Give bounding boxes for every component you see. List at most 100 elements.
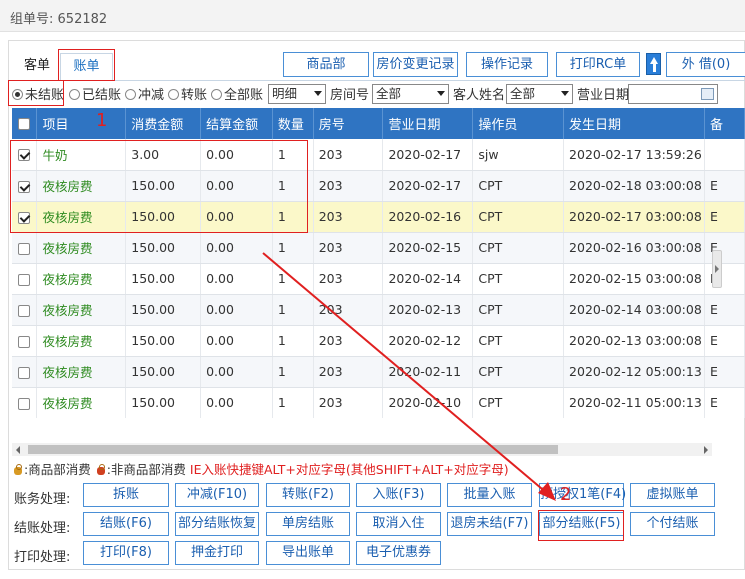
virtual-bill-button[interactable]: 虚拟账单: [630, 483, 715, 507]
row-checkbox[interactable]: [18, 211, 30, 224]
col-bizdate[interactable]: 营业日期: [382, 108, 474, 139]
table-row[interactable]: 夜核房费 150.00 0.00 1 203 2020-02-15 CPT 2020-02-1…: [12, 232, 745, 264]
col-occurred[interactable]: 发生日期: [563, 108, 706, 139]
cell-item: 夜核房费: [36, 356, 127, 388]
select-all-checkbox[interactable]: [18, 117, 30, 130]
deposit-print-button[interactable]: 押金打印: [175, 541, 259, 565]
print-button[interactable]: 打印(F8): [83, 541, 169, 565]
checkbox[interactable]: [12, 356, 38, 388]
cell-qty: 1: [272, 263, 314, 295]
col-room[interactable]: 房号: [313, 108, 384, 139]
scroll-left-icon[interactable]: [16, 446, 20, 454]
checkbox[interactable]: [12, 325, 38, 357]
cell-bizdate: 2020-02-16: [382, 201, 474, 233]
table-row[interactable]: 夜核房费 150.00 0.00 1 203 2020-02-17 CPT 2020-02-1…: [12, 170, 745, 202]
offset-button[interactable]: 冲减(F10): [175, 483, 259, 507]
checkbox[interactable]: [12, 263, 38, 295]
row-checkbox[interactable]: [18, 149, 30, 162]
cell-settle: 0.00: [200, 356, 273, 388]
cell-remark: [704, 139, 745, 171]
table-row[interactable]: 夜核房费 150.00 0.00 1 203 2020-02-16 CPT 2020-02-1…: [12, 201, 745, 233]
row-checkbox[interactable]: [18, 366, 30, 379]
e-coupon-button[interactable]: 电子优惠券: [356, 541, 441, 565]
detail-select[interactable]: 明细: [268, 84, 326, 104]
price-change-log-button[interactable]: 房价变更记录: [373, 52, 458, 77]
radio-transfer[interactable]: 转账: [168, 84, 207, 103]
col-remark[interactable]: 备: [704, 108, 745, 139]
table-row[interactable]: 牛奶 3.00 0.00 1 203 2020-02-17 sjw 2020-02-17 13…: [12, 139, 745, 171]
col-settle[interactable]: 结算金额: [200, 108, 273, 139]
row-checkbox[interactable]: [18, 335, 30, 348]
row-checkbox[interactable]: [18, 304, 30, 317]
col-amount[interactable]: 消费金额: [125, 108, 202, 139]
side-collapse-handle[interactable]: [712, 250, 722, 288]
checkbox[interactable]: [12, 201, 38, 233]
checkout-unsettled-button[interactable]: 退房未结(F7): [447, 512, 532, 536]
table-row[interactable]: 夜核房费 150.00 0.00 1 203 2020-02-10 CPT 2020-02-1…: [12, 387, 745, 418]
cell-room: 203: [313, 263, 384, 295]
external-loan-button[interactable]: 外 借(0): [666, 52, 745, 77]
preauth-button[interactable]: 预授权1笔(F4): [539, 483, 626, 507]
cell-room: 203: [313, 201, 384, 233]
export-bill-button[interactable]: 导出账单: [266, 541, 350, 565]
single-room-checkout-button[interactable]: 单房结账: [266, 512, 350, 536]
col-item[interactable]: 项目: [36, 108, 127, 139]
print-rc-button[interactable]: 打印RC单: [556, 52, 640, 77]
table-row[interactable]: 夜核房费 150.00 0.00 1 203 2020-02-14 CPT 2020-02-1…: [12, 263, 745, 295]
split-bill-button[interactable]: 拆账: [83, 483, 169, 507]
cell-operator: CPT: [472, 387, 565, 418]
arrow-up-icon[interactable]: [646, 53, 661, 75]
operation-log-button[interactable]: 操作记录: [466, 52, 548, 77]
checkbox[interactable]: [12, 139, 38, 171]
individual-checkout-button[interactable]: 个付结账: [630, 512, 715, 536]
cell-qty: 1: [272, 139, 314, 171]
scroll-right-icon[interactable]: [704, 446, 708, 454]
row-checkbox[interactable]: [18, 397, 30, 410]
col-operator[interactable]: 操作员: [472, 108, 565, 139]
checkbox[interactable]: [12, 232, 38, 264]
cell-settle: 0.00: [200, 201, 273, 233]
radio-offset[interactable]: 冲减: [125, 84, 164, 103]
transfer-button[interactable]: 转账(F2): [266, 483, 350, 507]
guest-name-select[interactable]: 全部: [506, 84, 573, 104]
cell-occurred: 2020-02-17 13:59:26: [563, 139, 706, 171]
cell-item: 夜核房费: [36, 232, 127, 264]
partial-checkout-restore-button[interactable]: 部分结账恢复: [175, 512, 259, 536]
room-label: 房间号: [330, 88, 370, 103]
row-checkbox[interactable]: [18, 273, 30, 286]
checkbox[interactable]: [12, 387, 38, 418]
row-checkbox[interactable]: [18, 180, 30, 193]
batch-post-button[interactable]: 批量入账: [447, 483, 532, 507]
cell-operator: CPT: [472, 356, 565, 388]
goods-bag-icon: [12, 464, 24, 476]
radio-unsettled[interactable]: 未结账: [12, 84, 64, 103]
checkbox[interactable]: [12, 170, 38, 202]
cell-amount: 3.00: [125, 139, 202, 171]
calendar-icon[interactable]: [701, 88, 714, 100]
row-checkbox[interactable]: [18, 242, 30, 255]
room-select[interactable]: 全部: [372, 84, 449, 104]
table-row[interactable]: 夜核房费 150.00 0.00 1 203 2020-02-13 CPT 2020-02-1…: [12, 294, 745, 326]
cell-settle: 0.00: [200, 325, 273, 357]
tab-guest-order[interactable]: 客单: [16, 53, 58, 81]
cell-amount: 150.00: [125, 263, 202, 295]
radio-settled[interactable]: 已结账: [69, 84, 121, 103]
radio-all[interactable]: 全部账: [211, 84, 263, 103]
table-row[interactable]: 夜核房费 150.00 0.00 1 203 2020-02-11 CPT 2020-02-1…: [12, 356, 745, 388]
col-qty[interactable]: 数量: [272, 108, 314, 139]
post-charge-button[interactable]: 入账(F3): [356, 483, 441, 507]
tab-bill[interactable]: 账单: [60, 53, 113, 81]
business-date-input[interactable]: [628, 84, 718, 104]
select-all-header[interactable]: [12, 108, 38, 139]
goods-dept-button[interactable]: 商品部: [283, 52, 369, 77]
cell-operator: sjw: [472, 139, 565, 171]
scrollbar-thumb[interactable]: [28, 445, 558, 454]
horizontal-scrollbar[interactable]: [12, 443, 712, 456]
checkbox[interactable]: [12, 294, 38, 326]
cell-item: 夜核房费: [36, 201, 127, 233]
partial-checkout-button[interactable]: 部分结账(F5): [539, 512, 624, 536]
cancel-checkin-button[interactable]: 取消入住: [356, 512, 441, 536]
cell-bizdate: 2020-02-10: [382, 387, 474, 418]
checkout-button[interactable]: 结账(F6): [83, 512, 169, 536]
table-row[interactable]: 夜核房费 150.00 0.00 1 203 2020-02-12 CPT 2020-02-1…: [12, 325, 745, 357]
